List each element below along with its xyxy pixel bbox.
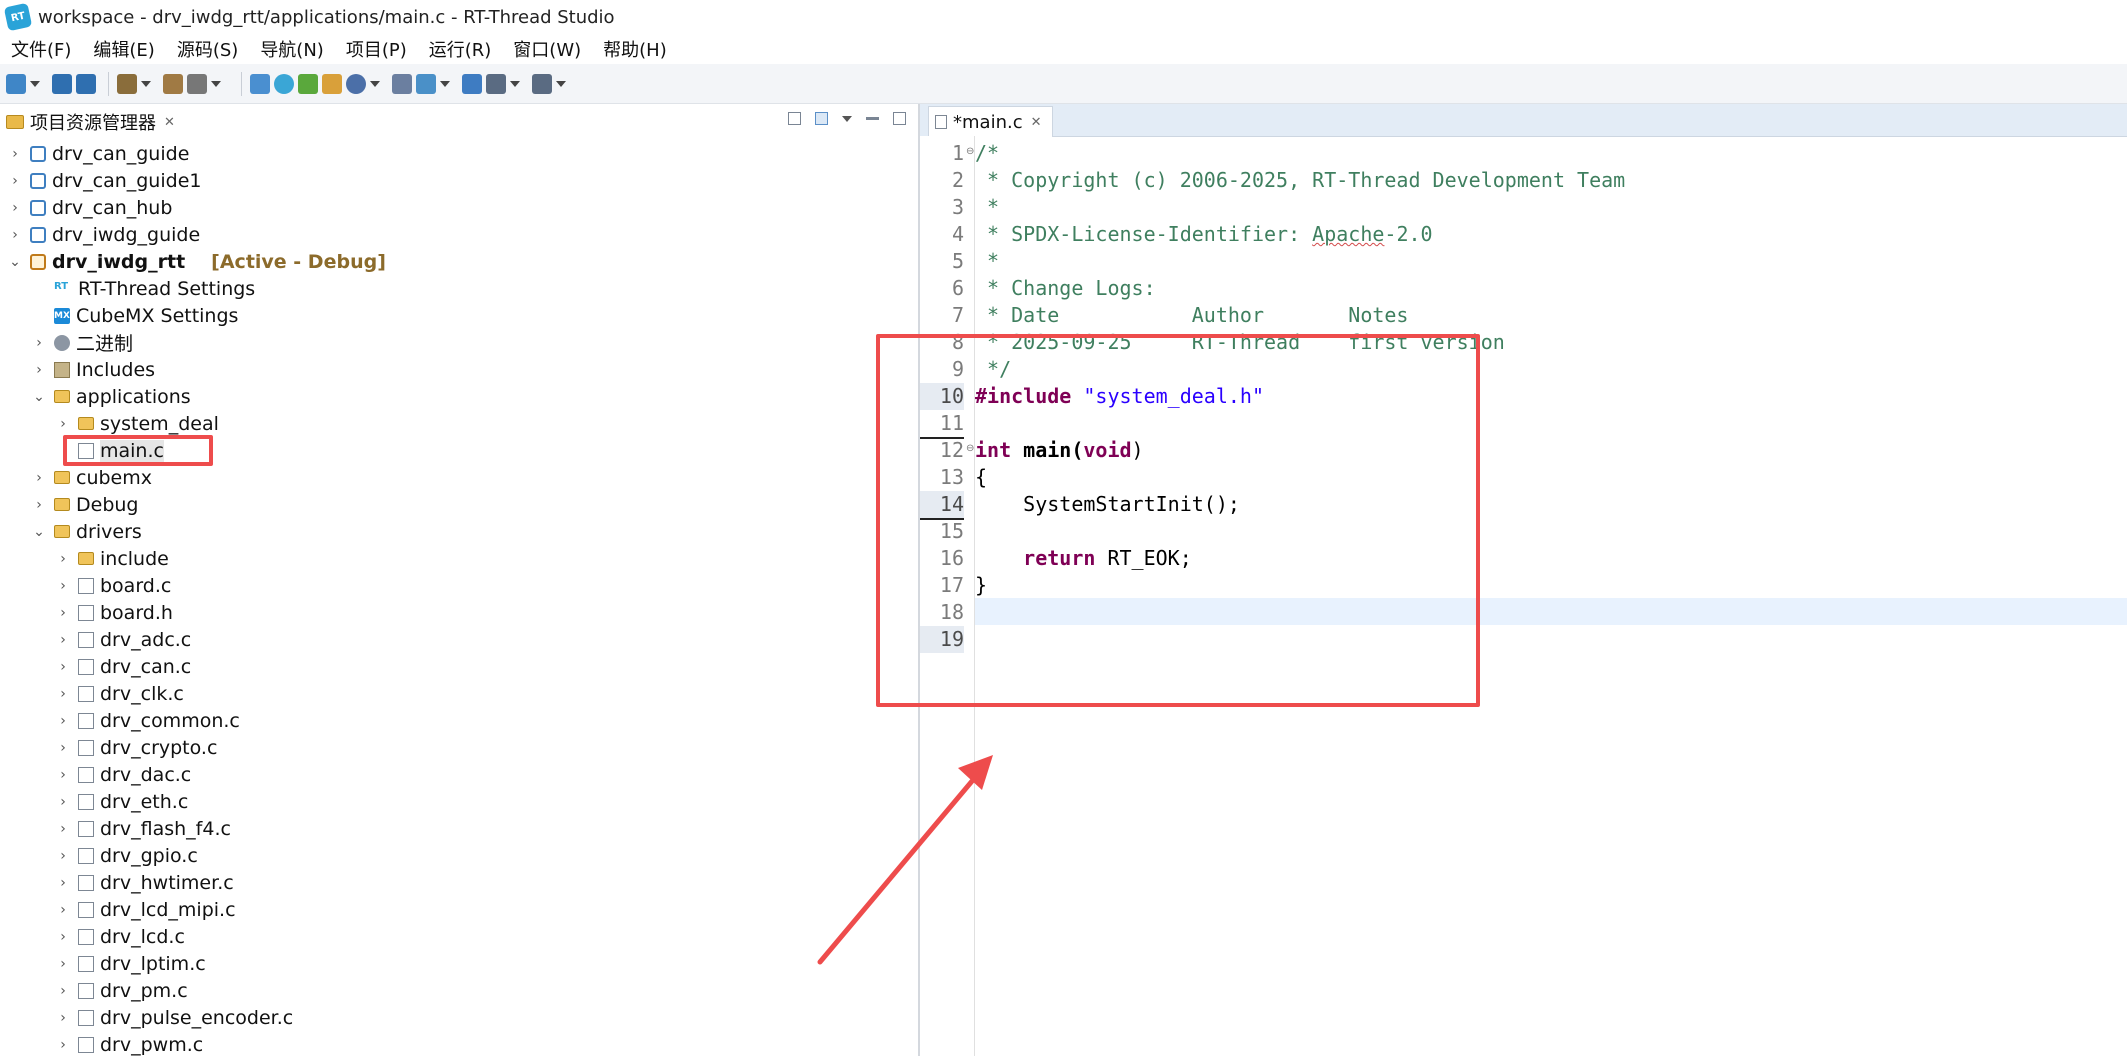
annotation-arrow-icon: [817, 755, 993, 965]
